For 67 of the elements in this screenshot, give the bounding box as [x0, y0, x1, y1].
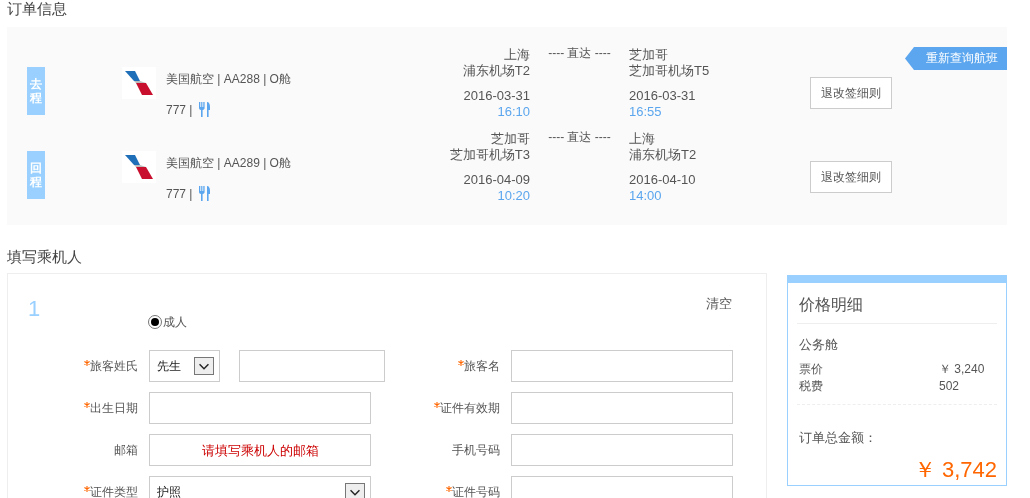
departure-airport: 芝加哥机场T3 — [448, 147, 530, 163]
caret-icon — [194, 357, 214, 375]
field-label: 邮箱 — [113, 441, 138, 459]
clear-link[interactable]: 清空 — [706, 295, 732, 313]
fork-knife-icon — [198, 102, 212, 117]
input-field[interactable] — [511, 434, 733, 466]
arrival-time: 14:00 — [629, 188, 663, 204]
input-field[interactable] — [149, 392, 371, 424]
arrival-date: 2016-04-10 — [629, 172, 697, 188]
price-label: 税费 — [799, 378, 824, 395]
input-field[interactable] — [511, 392, 733, 424]
total-amount: ￥ 3,742 — [912, 456, 997, 484]
departure-date: 2016-03-31 — [462, 88, 530, 104]
price-label: 票价 — [799, 361, 824, 378]
field-label: 旅客姓氏 — [28, 357, 138, 375]
departure-city: 上海 — [503, 47, 530, 63]
route-label: ---- 直达 ---- — [547, 129, 612, 146]
aircraft-type: 777 | — [166, 102, 193, 117]
section-title: 订单信息 — [7, 0, 68, 19]
arrival-airport: 芝加哥机场T5 — [629, 63, 711, 79]
field-label: 旅客名 — [390, 357, 500, 375]
arrival-city: 芝加哥 — [629, 47, 669, 63]
passenger-number: 1 — [28, 296, 41, 322]
direction-badge: 去程 — [27, 67, 45, 115]
required-icon — [458, 359, 464, 366]
input-field[interactable] — [239, 350, 385, 382]
title-select[interactable]: 先生 — [149, 350, 220, 382]
departure-airport: 浦东机场T2 — [461, 63, 530, 79]
caret-icon — [345, 483, 365, 498]
fork-knife-icon — [198, 186, 212, 201]
field-label: 证件类型 — [28, 483, 138, 498]
rules-button[interactable]: 退改签细则 — [810, 77, 892, 109]
required-icon — [84, 485, 90, 492]
direction-badge: 回程 — [27, 151, 45, 199]
flight-info: 美国航空 | AA288 | O舱 — [166, 71, 292, 88]
document-type-select[interactable]: 护照 — [149, 476, 371, 498]
field-label: 证件有效期 — [390, 399, 500, 417]
airline-logo — [122, 151, 156, 183]
field-label: 手机号码 — [451, 441, 500, 459]
required-icon — [446, 485, 452, 492]
departure-time: 16:10 — [496, 104, 530, 120]
required-icon — [434, 401, 440, 408]
flight-info: 美国航空 | AA289 | O舱 — [166, 155, 292, 172]
cabin-class: 公务舱 — [799, 336, 839, 354]
departure-date: 2016-04-09 — [462, 172, 530, 188]
required-icon — [84, 359, 90, 366]
passenger-type-radio[interactable]: 成人 — [148, 314, 187, 330]
departure-city: 芝加哥 — [490, 131, 530, 147]
field-label: 证件号码 — [390, 483, 500, 498]
field-label: 出生日期 — [28, 399, 138, 417]
input-field[interactable]: 请填写乘机人的邮箱 — [149, 434, 371, 466]
arrival-airport: 浦东机场T2 — [629, 147, 698, 163]
required-icon — [84, 401, 90, 408]
price-value: 502 — [939, 378, 960, 395]
arrival-time: 16:55 — [629, 104, 663, 120]
departure-time: 10:20 — [496, 188, 530, 204]
aircraft-type: 777 | — [166, 186, 193, 201]
input-field[interactable] — [511, 350, 733, 382]
price-title: 价格明细 — [797, 283, 997, 324]
arrival-city: 上海 — [629, 131, 656, 147]
total-label: 订单总金额： — [799, 429, 878, 447]
rules-button[interactable]: 退改签细则 — [810, 161, 892, 193]
price-value: ￥ 3,240 — [939, 361, 985, 378]
route-label: ---- 直达 ---- — [547, 45, 612, 62]
airline-logo — [122, 67, 156, 99]
section-title: 填写乘机人 — [7, 247, 83, 267]
arrival-date: 2016-03-31 — [629, 88, 697, 104]
